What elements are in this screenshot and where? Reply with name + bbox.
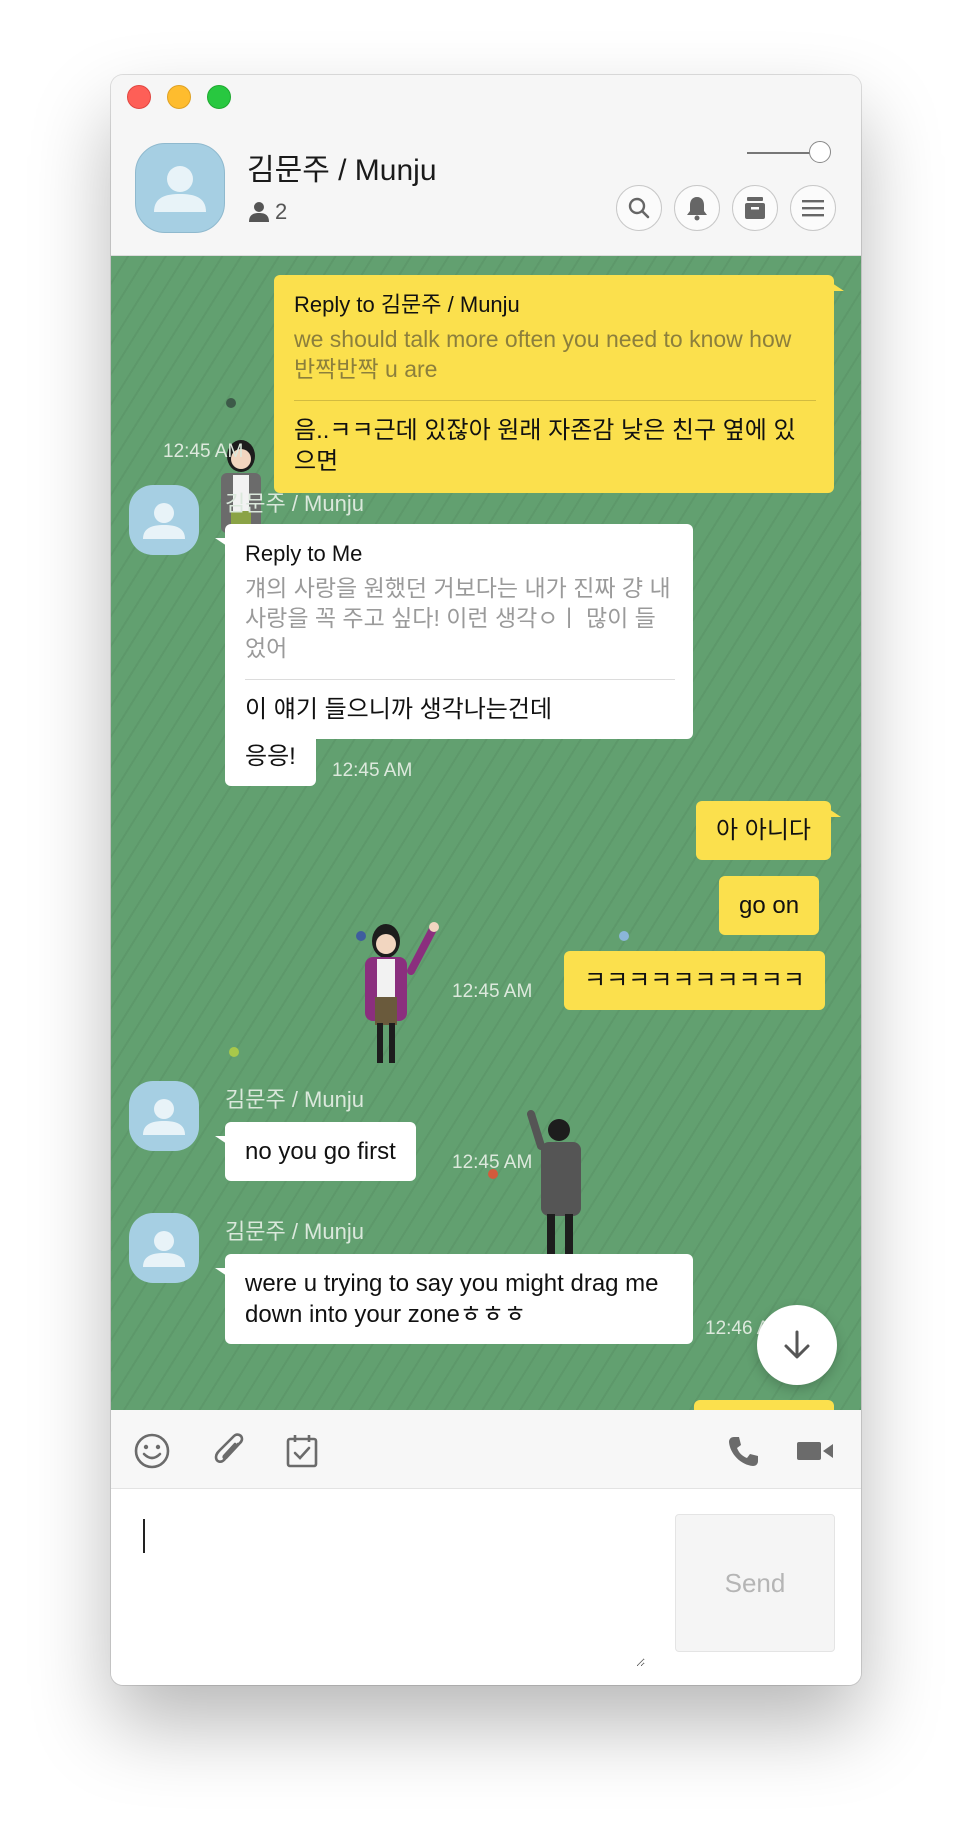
sender-name: 김문주 / Munju (225, 1219, 364, 1244)
video-icon (797, 1442, 833, 1460)
emoticon-icon (134, 1433, 170, 1469)
message-bubble-me[interactable]: 아 아니다 (696, 801, 841, 860)
composer-toolbar (111, 1410, 861, 1489)
character-illustration (365, 922, 439, 1063)
minimize-window-button[interactable] (167, 85, 191, 109)
search-button[interactable] (616, 185, 662, 231)
message-bubble-me[interactable]: ㅋㅋㅋㅋㅋㅋㅋㅋㅋㅋ (564, 951, 825, 1010)
opacity-slider[interactable] (747, 141, 831, 165)
message-text: 음..ㅋㅋ근데 있잖아 원래 자존감 낮은 친구 옆에 있으면 (294, 417, 796, 475)
sender-avatar[interactable] (129, 485, 199, 555)
notification-button[interactable] (674, 185, 720, 231)
slider-knob[interactable] (809, 141, 831, 163)
send-button[interactable]: Send (675, 1514, 835, 1652)
chat-window: 김문주 / Munju 2 Reply to 김문주 / Munju we sh… (111, 75, 861, 1685)
attachment-icon (214, 1433, 244, 1463)
bubble-tail (215, 1136, 227, 1144)
bubble-tail (832, 283, 844, 291)
sender-name: 김문주 / Munju (225, 1087, 364, 1112)
attachment-button[interactable] (208, 1430, 250, 1472)
message-time: 12:45 AM (452, 1152, 533, 1173)
sender-avatar[interactable] (129, 1213, 199, 1283)
search-icon (628, 197, 650, 219)
voice-call-button[interactable] (722, 1430, 764, 1472)
reply-quote[interactable]: 걔의 사랑을 원했던 거보다는 내가 진짜 걍 내 사랑을 꼭 주고 싶다! 이… (245, 573, 675, 663)
maximize-window-button[interactable] (207, 85, 231, 109)
message-text: 아 아니다 (716, 817, 811, 844)
message-time: 12:45 AM (452, 981, 533, 1002)
member-count[interactable]: 2 (249, 199, 287, 225)
bubble-tail (215, 538, 227, 546)
person-silhouette-icon (143, 1099, 185, 1135)
message-time: 12:45 AM (163, 441, 244, 462)
calendar-icon (286, 1435, 318, 1468)
person-silhouette-icon (154, 166, 206, 212)
member-count-value: 2 (275, 199, 288, 224)
video-call-button[interactable] (794, 1430, 836, 1472)
sender-avatar[interactable] (129, 1081, 199, 1151)
sender-name: 김문주 / Munju (225, 491, 364, 516)
menu-icon (802, 200, 824, 217)
reply-header: Reply to 김문주 / Munju (294, 292, 520, 317)
reply-quote[interactable]: we should talk more often you need to kn… (294, 324, 816, 384)
archive-button[interactable] (732, 185, 778, 231)
reply-divider (294, 400, 816, 401)
chat-messages[interactable]: Reply to 김문주 / Munju we should talk more… (111, 256, 861, 1410)
person-icon (249, 202, 269, 222)
chat-header: 김문주 / Munju 2 (111, 75, 861, 256)
bell-icon (687, 197, 707, 221)
bubble-tail (829, 809, 841, 817)
chat-title: 김문주 / Munju (247, 154, 437, 187)
character-illustration (527, 1110, 581, 1254)
message-text: ㅋㅋㅋㅋㅋㅋㅋㅋㅋㅋ (584, 967, 805, 994)
message-bubble-me[interactable]: go on (719, 876, 820, 935)
chat-avatar[interactable] (135, 143, 225, 233)
reply-header: Reply to Me (245, 541, 363, 566)
composer: Send (111, 1489, 861, 1685)
close-window-button[interactable] (127, 85, 151, 109)
emoticon-button[interactable] (131, 1430, 173, 1472)
person-silhouette-icon (143, 503, 185, 539)
person-silhouette-icon (143, 1231, 185, 1267)
text-caret (143, 1519, 145, 1553)
message-bubble-them[interactable]: were u trying to say you might drag me d… (215, 1254, 693, 1344)
arrow-down-icon (784, 1330, 810, 1359)
message-text: 이 얘기 들으니까 생각나는건데 (245, 696, 553, 723)
message-text: 응응! (245, 743, 296, 770)
message-time: 12:45 AM (332, 760, 413, 781)
reply-divider (245, 679, 675, 680)
menu-button[interactable] (790, 185, 836, 231)
message-text: go on (739, 892, 800, 919)
message-input[interactable] (141, 1513, 645, 1667)
message-text: no you go first (245, 1138, 396, 1165)
message-bubble-me[interactable]: Reply to 김문주 / Munju we should talk more… (274, 275, 844, 493)
scroll-to-bottom-button[interactable] (757, 1305, 837, 1385)
message-text: were u trying to say you might drag me d… (245, 1270, 659, 1328)
message-bubble-them[interactable]: no you go first (215, 1122, 416, 1181)
calendar-button[interactable] (281, 1430, 323, 1472)
message-bubble-them[interactable]: 응응! (225, 727, 316, 786)
message-bubble-them[interactable]: Reply to Me 걔의 사랑을 원했던 거보다는 내가 진짜 걍 내 사랑… (215, 524, 693, 739)
message-bubble-me[interactable] (694, 1400, 834, 1410)
phone-icon (729, 1437, 758, 1466)
bubble-tail (215, 1268, 227, 1276)
archive-icon (745, 197, 765, 219)
